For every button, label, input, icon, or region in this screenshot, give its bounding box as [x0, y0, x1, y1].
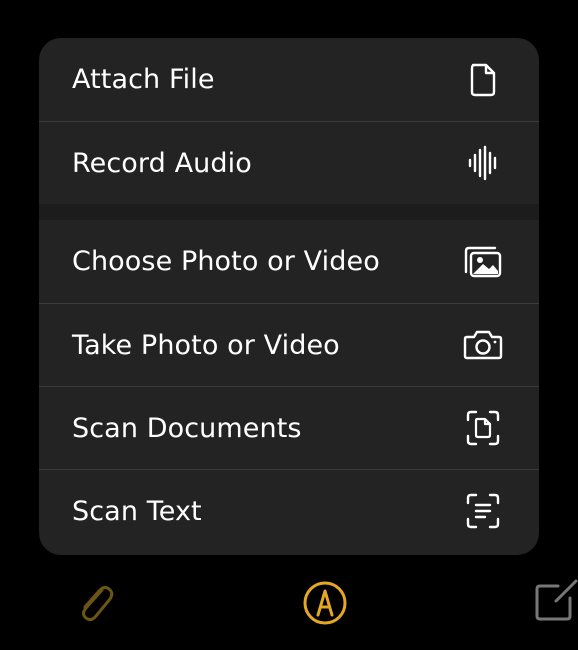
record-audio-item[interactable]: Record Audio: [39, 121, 539, 204]
take-photo-item[interactable]: Take Photo or Video: [39, 303, 539, 386]
camera-icon: [463, 325, 503, 365]
photo-library-icon: [463, 242, 503, 282]
scan-documents-label: Scan Documents: [72, 412, 302, 444]
waveform-icon: [463, 143, 503, 183]
attach-file-label: Attach File: [72, 64, 215, 95]
document-icon: [463, 60, 503, 100]
scan-documents-item[interactable]: Scan Documents: [39, 386, 539, 469]
document-scanner-icon: [463, 408, 503, 448]
compose-icon[interactable]: [532, 578, 578, 624]
choose-photo-label: Choose Photo or Video: [72, 246, 380, 277]
menu-group-attach: Attach File Record Audio: [39, 38, 539, 204]
menu-group-separator: [39, 204, 539, 220]
attachment-menu: Attach File Record Audio Choose Photo or…: [39, 38, 539, 555]
attach-file-item[interactable]: Attach File: [39, 38, 539, 121]
markup-pen-icon[interactable]: [300, 578, 350, 628]
choose-photo-item[interactable]: Choose Photo or Video: [39, 220, 539, 303]
text-scanner-icon: [463, 491, 503, 531]
scan-text-item[interactable]: Scan Text: [39, 469, 539, 552]
take-photo-label: Take Photo or Video: [72, 329, 340, 361]
paperclip-icon[interactable]: [70, 578, 120, 628]
menu-group-media: Choose Photo or Video Take Photo or Vide…: [39, 220, 539, 552]
record-audio-label: Record Audio: [72, 147, 252, 179]
scan-text-label: Scan Text: [72, 495, 202, 527]
